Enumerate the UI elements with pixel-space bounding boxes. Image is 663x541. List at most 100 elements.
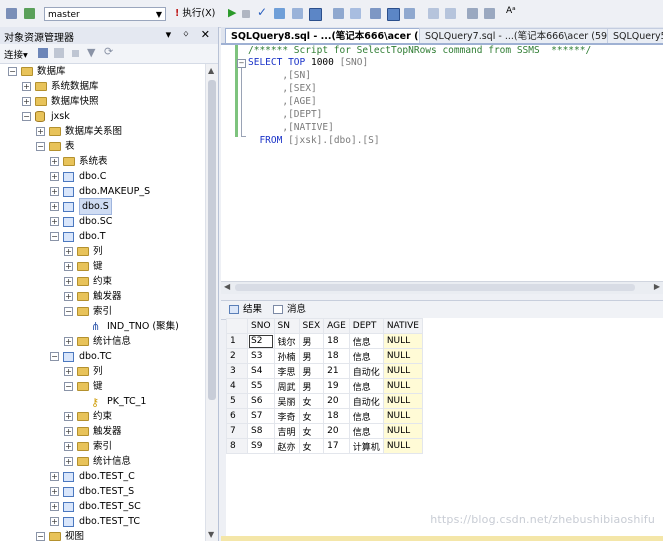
estimated-plan-icon[interactable] bbox=[274, 8, 285, 19]
table-cell[interactable]: NULL bbox=[382, 393, 424, 409]
tree-node[interactable]: + 触发器 bbox=[0, 289, 205, 304]
table-cell[interactable]: 女 bbox=[298, 408, 325, 424]
decrease-indent-icon[interactable] bbox=[467, 8, 478, 19]
stop-icon[interactable] bbox=[72, 50, 79, 57]
expand-icon[interactable]: + bbox=[50, 187, 59, 196]
scroll-right-arrow[interactable]: ▶ bbox=[654, 282, 660, 291]
tree-node[interactable]: − dbo.T bbox=[0, 229, 205, 244]
table-cell[interactable]: 周武 bbox=[273, 378, 300, 394]
tree-node[interactable]: + dbo.SC bbox=[0, 214, 205, 229]
connect-dropdown[interactable]: 连接▾ bbox=[4, 47, 28, 61]
table-cell[interactable]: S5 bbox=[247, 378, 275, 394]
connect-icon[interactable] bbox=[6, 8, 17, 19]
table-cell[interactable]: 男 bbox=[298, 363, 325, 379]
table-cell[interactable]: S4 bbox=[247, 363, 275, 379]
tree-node[interactable]: + dbo.TEST_S bbox=[0, 484, 205, 499]
tree-node[interactable]: − 键 bbox=[0, 379, 205, 394]
table-cell[interactable]: S2 bbox=[247, 333, 275, 349]
client-stats-icon[interactable] bbox=[370, 8, 381, 19]
tree-node[interactable]: + 数据库快照 bbox=[0, 94, 205, 109]
tree-node[interactable]: + dbo.TEST_SC bbox=[0, 499, 205, 514]
table-cell[interactable]: NULL bbox=[382, 348, 424, 364]
tree-node[interactable]: + 统计信息 bbox=[0, 334, 205, 349]
table-cell[interactable]: 男 bbox=[298, 333, 325, 349]
table-cell[interactable]: 女 bbox=[298, 423, 325, 439]
tree-node[interactable]: − dbo.TC bbox=[0, 349, 205, 364]
table-cell[interactable]: 信息 bbox=[348, 348, 384, 364]
expand-icon[interactable]: + bbox=[64, 427, 73, 436]
query-options-icon[interactable] bbox=[292, 8, 303, 19]
collapse-icon[interactable]: − bbox=[50, 352, 59, 361]
table-cell[interactable]: NULL bbox=[382, 423, 424, 439]
table-row[interactable]: 5 S6 吴丽女 20 自动化 NULL bbox=[226, 393, 424, 409]
table-cell[interactable]: S7 bbox=[247, 408, 275, 424]
table-cell[interactable]: 女 bbox=[298, 393, 325, 409]
tree-node[interactable]: − 视图 bbox=[0, 529, 205, 541]
tree-node[interactable]: ⚷ PK_TC_1 bbox=[0, 394, 205, 409]
expand-icon[interactable]: + bbox=[50, 217, 59, 226]
database-selector[interactable]: master ▼ bbox=[44, 7, 166, 21]
table-cell[interactable]: 自动化 bbox=[348, 393, 384, 409]
table-row[interactable]: 6 S7 李奇女 18 信息 NULL bbox=[226, 408, 424, 424]
expand-icon[interactable]: + bbox=[36, 127, 45, 136]
scroll-down-arrow[interactable]: ▼ bbox=[208, 530, 214, 539]
tree-node[interactable]: + 系统数据库 bbox=[0, 79, 205, 94]
collapse-icon[interactable]: − bbox=[64, 307, 73, 316]
table-cell[interactable]: 21 bbox=[323, 363, 350, 379]
expand-icon[interactable]: + bbox=[64, 292, 73, 301]
table-cell[interactable]: 男 bbox=[298, 378, 325, 394]
table-cell[interactable]: 19 bbox=[323, 378, 350, 394]
tree-node[interactable]: + 键 bbox=[0, 259, 205, 274]
table-cell[interactable]: NULL bbox=[382, 438, 424, 454]
column-header-native[interactable]: NATIVE bbox=[382, 318, 424, 334]
tree-node[interactable]: ⋔ IND_TNO (聚集) bbox=[0, 319, 205, 334]
table-cell[interactable]: NULL bbox=[382, 363, 424, 379]
tree-node[interactable]: + dbo.TEST_TC bbox=[0, 514, 205, 529]
expand-icon[interactable]: + bbox=[64, 277, 73, 286]
tree-node[interactable]: + dbo.C bbox=[0, 169, 205, 184]
table-cell[interactable]: 计算机 bbox=[348, 438, 384, 454]
table-cell[interactable]: 吴丽 bbox=[273, 393, 300, 409]
uncomment-icon[interactable] bbox=[445, 8, 456, 19]
expand-icon[interactable]: + bbox=[64, 262, 73, 271]
table-cell[interactable]: 信息 bbox=[348, 378, 384, 394]
collapse-icon[interactable]: − bbox=[36, 142, 45, 151]
table-cell[interactable]: NULL bbox=[382, 408, 424, 424]
expand-icon[interactable]: + bbox=[64, 457, 73, 466]
scrollbar-thumb[interactable] bbox=[208, 80, 216, 400]
filter-icon[interactable]: ▼ bbox=[87, 46, 95, 59]
tree-node[interactable]: + 约束 bbox=[0, 409, 205, 424]
table-cell[interactable]: 18 bbox=[323, 408, 350, 424]
table-cell[interactable]: S8 bbox=[247, 423, 275, 439]
expand-icon[interactable]: + bbox=[22, 82, 31, 91]
tree-node[interactable]: + 列 bbox=[0, 244, 205, 259]
column-header-sno[interactable]: SNO bbox=[247, 318, 275, 334]
change-connection-icon[interactable] bbox=[24, 8, 35, 19]
increase-indent-icon[interactable] bbox=[484, 8, 495, 19]
io-stats-icon[interactable] bbox=[387, 8, 400, 21]
disconnect-icon[interactable] bbox=[54, 48, 64, 58]
expand-icon[interactable]: + bbox=[64, 412, 73, 421]
table-row[interactable]: 8 S9 赵亦女 17 计算机 NULL bbox=[226, 438, 424, 454]
table-cell[interactable]: 20 bbox=[323, 393, 350, 409]
scrollbar-thumb[interactable] bbox=[235, 284, 635, 291]
tree-node[interactable]: + 系统表 bbox=[0, 154, 205, 169]
table-cell[interactable]: S3 bbox=[247, 348, 275, 364]
debug-run-icon[interactable]: ▶ bbox=[228, 6, 239, 19]
results-to-grid-icon[interactable] bbox=[309, 8, 322, 21]
panel-window-controls[interactable]: ▾ ᛜ ✕ bbox=[166, 28, 214, 41]
font-size-icon[interactable]: Aᵃ bbox=[506, 6, 517, 17]
execute-button[interactable]: ! 执行(X) bbox=[175, 7, 215, 21]
expand-icon[interactable]: + bbox=[64, 247, 73, 256]
include-plan-icon[interactable] bbox=[350, 8, 361, 19]
tree-node[interactable]: + 数据库关系图 bbox=[0, 124, 205, 139]
table-cell[interactable]: NULL bbox=[382, 333, 424, 349]
table-cell[interactable]: 赵亦 bbox=[273, 438, 300, 454]
tree-node[interactable]: + 列 bbox=[0, 364, 205, 379]
collapse-icon[interactable]: − bbox=[8, 67, 17, 76]
object-explorer-scrollbar[interactable]: ▲ ▼ bbox=[205, 64, 218, 541]
editor-horizontal-scrollbar[interactable]: ◀ ▶ bbox=[221, 281, 663, 294]
expand-icon[interactable]: + bbox=[50, 472, 59, 481]
fold-toggle[interactable]: − bbox=[237, 59, 246, 68]
expand-icon[interactable]: + bbox=[50, 172, 59, 181]
